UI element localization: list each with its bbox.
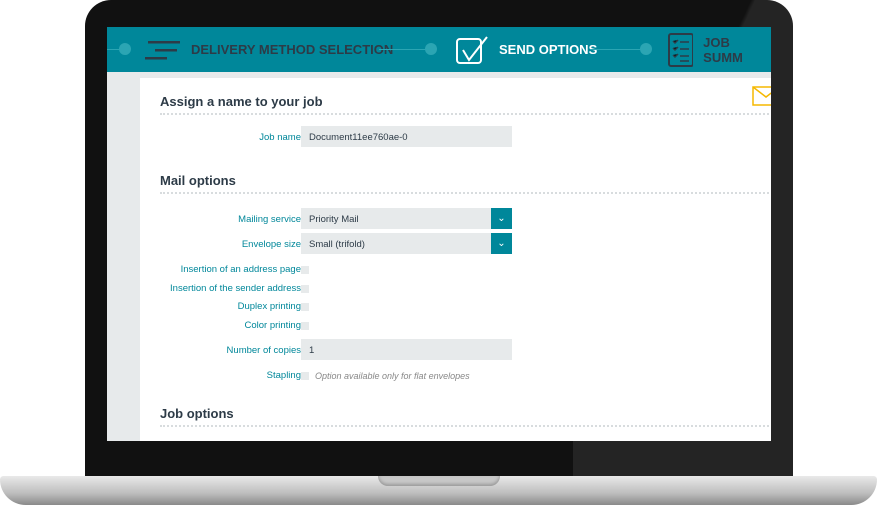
- section-title: Assign a name to your job: [160, 94, 323, 109]
- send-options-form: Assign a name to your job Job name Docum…: [140, 78, 771, 441]
- duplex-checkbox[interactable]: [301, 303, 309, 311]
- sender-address-checkbox[interactable]: [301, 285, 309, 293]
- address-page-checkbox[interactable]: [301, 266, 309, 274]
- step-label: DELIVERY METHOD SELECTION: [191, 42, 394, 57]
- copies-label: Number of copies: [226, 345, 301, 356]
- color-label: Color printing: [244, 320, 302, 331]
- job-name-input[interactable]: Document11ee760ae-0: [301, 126, 512, 147]
- copies-input[interactable]: 1: [301, 339, 512, 360]
- step-label: SEND OPTIONS: [499, 42, 598, 57]
- screen: DELIVERY METHOD SELECTION SEND OPTIONS J…: [107, 27, 771, 441]
- laptop-notch: [378, 476, 500, 486]
- color-checkbox[interactable]: [301, 322, 309, 330]
- address-page-label: Insertion of an address page: [180, 264, 301, 275]
- chevron-down-icon[interactable]: ⌄: [491, 208, 512, 229]
- chevron-down-icon[interactable]: ⌄: [491, 233, 512, 254]
- envelope-size-select[interactable]: Small (trifold) ⌄: [301, 233, 512, 254]
- step-label: JOB SUMM: [703, 34, 743, 65]
- step-progress-bar: DELIVERY METHOD SELECTION SEND OPTIONS J…: [107, 27, 771, 72]
- step-job-summary[interactable]: JOB SUMM: [668, 27, 771, 72]
- sender-address-label: Insertion of the sender address: [170, 283, 301, 294]
- job-name-value: Document11ee760ae-0: [309, 132, 408, 143]
- mailing-service-value: Priority Mail: [309, 214, 359, 225]
- step-delivery-method[interactable]: DELIVERY METHOD SELECTION: [145, 27, 393, 72]
- section-title: Mail options: [160, 173, 236, 188]
- menu-lines-icon: [145, 40, 180, 59]
- mailing-service-select[interactable]: Priority Mail ⌄: [301, 208, 512, 229]
- job-name-label: Job name: [259, 132, 301, 143]
- checkbox-checked-icon: [456, 35, 488, 64]
- copies-value: 1: [309, 345, 315, 356]
- duplex-label: Duplex printing: [237, 301, 301, 312]
- step-send-options[interactable]: SEND OPTIONS: [455, 27, 597, 72]
- envelope-size-label: Envelope size: [241, 239, 301, 250]
- envelope-size-value: Small (trifold): [309, 239, 365, 250]
- mailing-service-label: Mailing service: [238, 214, 301, 225]
- envelope-icon: [752, 86, 771, 106]
- checklist-icon: [668, 32, 694, 67]
- stapling-checkbox[interactable]: [301, 372, 309, 380]
- stapling-label: Stapling: [266, 370, 301, 381]
- stapling-note: Option available only for flat envelopes: [315, 371, 470, 381]
- section-title: Job options: [160, 406, 234, 421]
